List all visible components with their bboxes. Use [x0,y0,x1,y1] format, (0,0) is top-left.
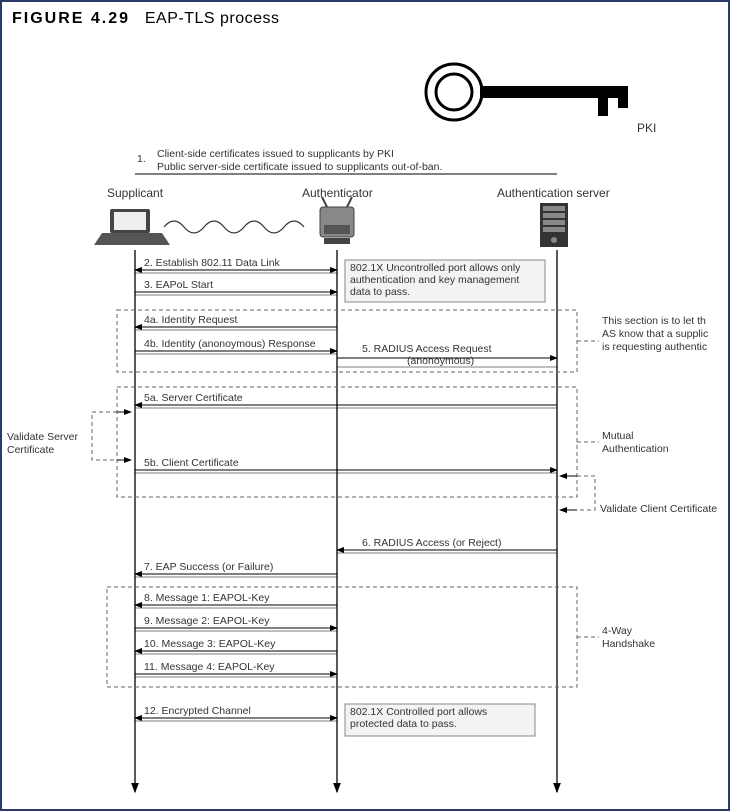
msg-3: 3. EAPoL Start [144,279,213,291]
note-mutual-auth-l1: Mutual [602,430,634,442]
server-icon [540,203,568,247]
pki-icon: PKI [426,64,656,135]
msg-11: 11. Message 4: EAPOL-Key [144,661,275,673]
msg-2: 2. Establish 802.11 Data Link [144,257,281,269]
msg-6: 6. RADIUS Access (or Reject) [362,537,501,549]
note-uncontrolled-port: 802.1X Uncontrolled port allows only aut… [350,262,542,298]
msg-9: 9. Message 2: EAPOL-Key [144,615,270,627]
wireless-wave-icon [164,221,304,233]
actor-authenticator: Authenticator [302,186,373,200]
laptop-icon [94,209,170,245]
note-validate-client: Validate Client Certificate [600,503,717,515]
step1-number: 1. [137,153,146,165]
pki-label: PKI [637,121,656,135]
actor-supplicant: Supplicant [107,186,164,200]
msg-10: 10. Message 3: EAPOL-Key [144,638,276,650]
step1-line2: Public server-side certificate issued to… [157,161,442,173]
note-4way-l2: Handshake [602,638,655,650]
note-validate-server-l1: Validate Server [7,431,79,443]
note-controlled-port: 802.1X Controlled port allows protected … [350,706,532,730]
msg-5b: 5b. Client Certificate [144,457,239,469]
figure-name: EAP-TLS process [145,10,280,27]
msg-5-sub: (anonoymous) [407,355,474,367]
note-identity-l2: AS know that a supplic [602,328,708,340]
msg-4b: 4b. Identity (anonoymous) Response [144,338,316,350]
step1-line1: Client-side certificates issued to suppl… [157,148,394,160]
actor-authserver: Authentication server [497,186,610,200]
msg-4a: 4a. Identity Request [144,314,237,326]
note-identity-l3: is requesting authentic [602,341,707,353]
msg-8: 8. Message 1: EAPOL-Key [144,592,270,604]
msg-5: 5. RADIUS Access Request [362,343,492,355]
msg-7: 7. EAP Success (or Failure) [144,561,273,573]
note-identity-l1: This section is to let th [602,315,706,327]
msg-12: 12. Encrypted Channel [144,705,251,717]
figure-label: FIGURE 4.29 [12,10,130,27]
access-point-icon [320,197,354,244]
figure-title: FIGURE 4.29 EAP-TLS process [12,10,280,28]
diagram-canvas: PKI 1. Client-side certificates issued t… [2,2,730,811]
note-4way-l1: 4-Way [602,625,633,637]
note-validate-server-l2: Certificate [7,444,54,456]
msg-5a: 5a. Server Certificate [144,392,243,404]
note-mutual-auth-l2: Authentication [602,443,669,455]
